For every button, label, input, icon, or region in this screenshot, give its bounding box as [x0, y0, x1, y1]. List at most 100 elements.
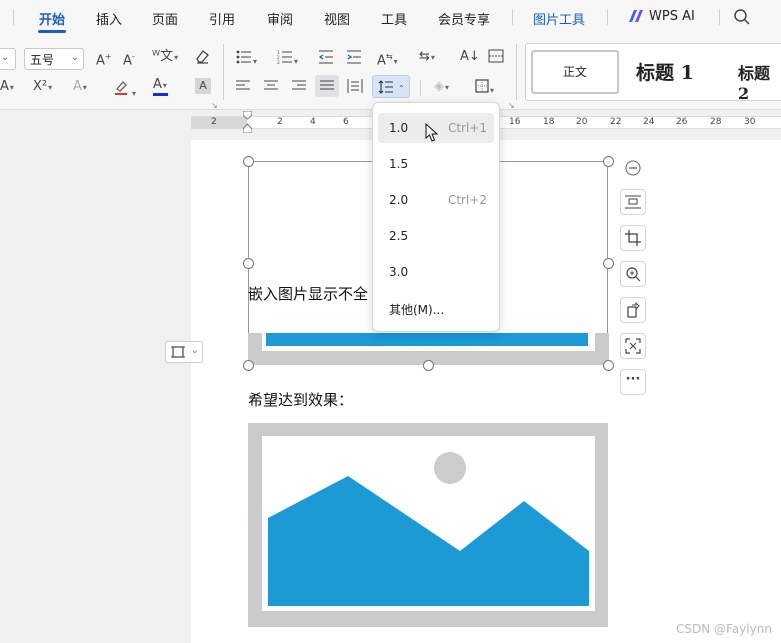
layout-options-button[interactable]: ⌄: [165, 341, 203, 363]
font-size-dropdown[interactable]: 五号 ⌄: [24, 48, 84, 70]
font-color-icon[interactable]: A▾: [153, 77, 168, 96]
ruler-label: 20: [576, 117, 588, 127]
indent-marker-icon[interactable]: [242, 110, 253, 134]
style-normal-label: 正文: [562, 65, 587, 79]
ruler-label: 16: [509, 117, 521, 127]
style-heading-1[interactable]: 标题 1: [636, 58, 694, 85]
divider: [13, 9, 14, 25]
ruler-label: 2: [211, 117, 217, 127]
show-marks-icon[interactable]: [488, 49, 504, 68]
superscript-icon[interactable]: X²▾: [33, 79, 52, 96]
line-spacing-menu: 1.0 Ctrl+1 1.5 2.0 Ctrl+2 2.5 3.0 其他(M).…: [372, 102, 500, 332]
ruler-margin: [191, 117, 247, 129]
tab-membership[interactable]: 会员专享: [438, 9, 490, 28]
image-inner: [262, 436, 595, 611]
rotate-button[interactable]: [620, 297, 646, 323]
ruler-label: 18: [543, 117, 555, 127]
font-name-dropdown[interactable]: ⌄: [0, 48, 16, 70]
option-shortcut: Ctrl+1: [447, 121, 487, 135]
option-label: 3.0: [389, 265, 409, 279]
tab-tools[interactable]: 工具: [381, 9, 407, 28]
mouse-cursor-icon: [425, 122, 439, 143]
line-spacing-option-3-0[interactable]: 3.0: [378, 257, 494, 287]
fit-image-button[interactable]: [620, 333, 646, 359]
line-spacing-option-1-5[interactable]: 1.5: [378, 149, 494, 179]
divider: [719, 9, 720, 25]
resize-handle[interactable]: [243, 360, 254, 371]
justify-button[interactable]: [315, 75, 339, 97]
option-label: 2.5: [389, 229, 409, 243]
option-label: 1.5: [389, 157, 409, 171]
tab-insert[interactable]: 插入: [96, 9, 122, 28]
sort-icon[interactable]: A↓: [460, 49, 480, 65]
crop-button[interactable]: [620, 225, 646, 251]
align-right-icon[interactable]: [292, 80, 306, 97]
watermark: CSDN @Faylynn: [676, 622, 772, 636]
numbered-list-icon[interactable]: 1 2 3 ▾: [277, 50, 298, 70]
shrink-font-icon[interactable]: A-: [123, 49, 135, 69]
paragraph-1[interactable]: 嵌入图片显示不全: [248, 283, 368, 304]
distribute-icon[interactable]: [347, 79, 363, 98]
line-spacing-option-2-5[interactable]: 2.5: [378, 221, 494, 251]
line-spacing-option-2-0[interactable]: 2.0 Ctrl+2: [378, 185, 494, 215]
wrap-text-button[interactable]: [620, 189, 646, 215]
ruler-label: 28: [710, 117, 722, 127]
paragraph-2[interactable]: 希望达到效果：: [248, 389, 353, 410]
shading-fill-icon[interactable]: ◈▾: [434, 79, 449, 96]
collapse-icon[interactable]: [620, 160, 646, 186]
tab-page[interactable]: 页面: [152, 9, 178, 28]
ribbon-tabs: 开始 插入 页面 引用 审阅 视图 工具 会员专享 图片工具 WPS AI: [0, 0, 781, 34]
decrease-indent-icon[interactable]: [318, 50, 334, 69]
zoom-in-button[interactable]: [620, 261, 646, 287]
resize-handle[interactable]: [423, 360, 434, 371]
strikethrough-icon[interactable]: A▾: [0, 79, 14, 96]
line-spacing-option-other[interactable]: 其他(M)...: [378, 293, 494, 323]
bullet-list-icon[interactable]: ▾: [236, 50, 257, 70]
highlight-icon[interactable]: ▾: [113, 78, 136, 102]
border-icon[interactable]: ▾: [475, 79, 494, 99]
text-effect-icon[interactable]: A▾: [73, 79, 87, 96]
font-dialog-launcher-icon[interactable]: ↘: [211, 98, 218, 114]
divider: [516, 44, 517, 100]
resize-handle[interactable]: [243, 258, 254, 269]
tab-review[interactable]: 审阅: [267, 9, 293, 28]
resize-handle[interactable]: [603, 258, 614, 269]
align-center-icon[interactable]: [264, 80, 278, 97]
ruler-label: 30: [744, 117, 756, 127]
paragraph-dialog-launcher-icon[interactable]: ↘: [508, 98, 515, 114]
option-label: 2.0: [389, 193, 409, 207]
option-shortcut: Ctrl+2: [447, 193, 487, 207]
clear-format-icon[interactable]: [194, 48, 210, 69]
wps-window: 开始 插入 页面 引用 审阅 视图 工具 会员专享 图片工具 WPS AI ⌄ …: [0, 0, 781, 643]
layout-icon: [171, 345, 185, 359]
increase-indent-icon[interactable]: [346, 50, 362, 69]
tab-view[interactable]: 视图: [324, 9, 350, 28]
resize-handle[interactable]: [603, 360, 614, 371]
align-left-icon[interactable]: [236, 80, 250, 97]
more-options-button[interactable]: ···: [620, 369, 646, 395]
justify-icon: [320, 80, 334, 97]
style-heading-2[interactable]: 标题 2: [738, 60, 781, 103]
line-spacing-icon: [378, 80, 394, 99]
text-direction-icon[interactable]: ⇆▾: [419, 49, 435, 66]
resize-handle[interactable]: [243, 156, 254, 167]
chinese-layout-icon[interactable]: A⇆▾: [377, 49, 398, 70]
wps-ai-logo-icon: [628, 9, 644, 23]
line-spacing-button[interactable]: ⌃: [372, 75, 410, 98]
ruler-label: 2: [277, 117, 283, 127]
expected-image[interactable]: [248, 423, 608, 627]
image-inner: [262, 333, 595, 351]
grow-font-icon[interactable]: A+: [96, 49, 112, 69]
divider: [223, 44, 224, 100]
search-icon[interactable]: [733, 8, 751, 26]
phonetic-guide-icon[interactable]: ᵂ文▾: [152, 49, 178, 66]
char-shading-icon[interactable]: A: [195, 78, 211, 94]
tab-references[interactable]: 引用: [209, 9, 235, 28]
resize-handle[interactable]: [603, 156, 614, 167]
ruler-label: 26: [676, 117, 688, 127]
tab-picture-tools[interactable]: 图片工具: [533, 9, 585, 28]
tab-home[interactable]: 开始: [39, 9, 65, 28]
tab-wps-ai[interactable]: WPS AI: [649, 9, 695, 24]
style-normal[interactable]: 正文: [531, 50, 619, 94]
ribbon-toolbar: ⌄ 五号 ⌄ A+ A- ᵂ文▾ A▾ X²▾ A▾ ▾ A▾ A ▾ 1 2 3 ▾: [0, 34, 781, 110]
